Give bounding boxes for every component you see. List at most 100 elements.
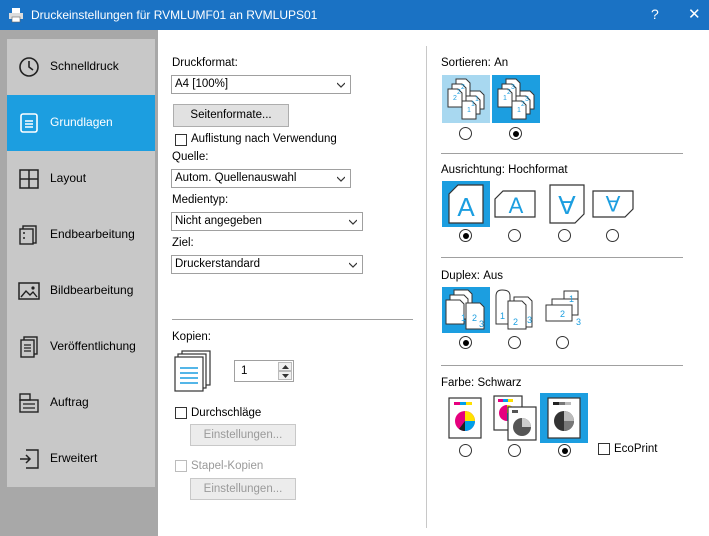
sidebar-item-label: Layout: [50, 171, 87, 185]
color-full-option[interactable]: [442, 393, 488, 443]
carbon-settings-button[interactable]: Einstellungen...: [190, 424, 296, 446]
chevron-down-icon: [337, 82, 345, 88]
svg-text:2: 2: [453, 95, 457, 102]
duplex-off-option[interactable]: 123: [442, 287, 490, 333]
source-select[interactable]: Autom. Quellenauswahl: [171, 169, 351, 188]
portrait-rotated-icon: A: [549, 184, 585, 224]
orientation-landscape-rotated-radio[interactable]: [606, 229, 619, 242]
list-after-use-checkbox[interactable]: [175, 134, 187, 146]
sidebar-item-endbearbeitung[interactable]: Endbearbeitung: [7, 207, 155, 263]
duplex-short-edge-radio[interactable]: [556, 336, 569, 349]
svg-text:3: 3: [511, 84, 515, 91]
sidebar-item-schnelldruck[interactable]: Schnelldruck: [7, 39, 155, 95]
svg-text:A: A: [558, 190, 576, 220]
sidebar-item-label: Endbearbeitung: [50, 227, 135, 241]
orientation-portrait-option[interactable]: A: [442, 181, 490, 227]
sort-value: An: [494, 57, 509, 69]
svg-text:3: 3: [479, 319, 484, 329]
sidebar-item-label: Schnelldruck: [50, 59, 119, 73]
document-icon: [20, 113, 38, 133]
help-button[interactable]: ?: [651, 6, 659, 22]
duplex-long-edge-option[interactable]: 123: [492, 287, 540, 333]
color-label: Farbe: Schwarz: [441, 377, 522, 389]
clock-icon: [19, 57, 39, 77]
stack-settings-button[interactable]: Einstellungen...: [190, 478, 296, 500]
auto-color-icon: [493, 395, 537, 441]
svg-text:A: A: [457, 192, 475, 222]
sidebar-item-erweitert[interactable]: Erweitert: [7, 431, 155, 487]
duplex-long-edge-radio[interactable]: [508, 336, 521, 349]
target-select[interactable]: Druckerstandard: [171, 255, 363, 274]
color-auto-option[interactable]: [492, 393, 538, 443]
svg-text:1: 1: [467, 107, 471, 114]
duplex-label: Duplex: Aus: [441, 270, 504, 282]
layout-grid-icon: [19, 169, 39, 189]
orientation-landscape-option[interactable]: A: [492, 181, 538, 227]
duplex-short-edge-option[interactable]: 12 3: [542, 287, 590, 333]
svg-text:3: 3: [525, 96, 529, 103]
sort-off-option[interactable]: 222 111: [442, 75, 490, 123]
sidebar-item-label: Auftrag: [50, 395, 89, 409]
media-type-select[interactable]: Nicht angegeben: [171, 212, 363, 231]
sidebar-item-bildbearbeitung[interactable]: Bildbearbeitung: [7, 263, 155, 319]
page-formats-button[interactable]: Seitenformate...: [173, 104, 289, 127]
paper-format-select[interactable]: A4 [100%]: [171, 75, 351, 94]
copies-down-button[interactable]: [278, 371, 292, 380]
orientation-portrait-radio[interactable]: [459, 229, 472, 242]
svg-text:2: 2: [461, 84, 465, 91]
svg-text:1: 1: [503, 95, 507, 102]
color-black-radio[interactable]: [558, 444, 571, 457]
carbon-copies-checkbox[interactable]: [175, 407, 187, 419]
paper-format-label: Druckformat:: [172, 57, 238, 69]
duplex-value: Aus: [483, 270, 504, 282]
color-full-radio[interactable]: [459, 444, 472, 457]
finishing-icon: [19, 225, 37, 245]
orientation-landscape-rotated-option[interactable]: A: [590, 181, 636, 227]
section-divider: [441, 257, 683, 258]
svg-text:A: A: [605, 191, 620, 216]
stack-copies-checkbox[interactable]: [175, 460, 187, 472]
copies-up-button[interactable]: [278, 362, 292, 371]
duplex-off-radio[interactable]: [459, 336, 472, 349]
main-panel: Druckformat: A4 [100%] Seitenformate... …: [158, 30, 709, 536]
landscape-rotated-icon: A: [592, 190, 634, 218]
color-auto-radio[interactable]: [508, 444, 521, 457]
arrow-down-icon: [282, 374, 289, 378]
ecoprint-checkbox[interactable]: [598, 443, 610, 455]
sidebar-item-label: Bildbearbeitung: [50, 283, 134, 297]
copies-icon: [174, 350, 211, 392]
publishing-icon: [20, 336, 38, 358]
orientation-portrait-rotated-option[interactable]: A: [544, 181, 590, 227]
sort-off-radio[interactable]: [459, 127, 472, 140]
svg-text:3: 3: [576, 317, 581, 327]
arrow-up-icon: [282, 365, 289, 369]
duplex-short-edge-icon: 12 3: [545, 290, 581, 327]
sidebar-item-veroeffentlichung[interactable]: Veröffentlichung: [7, 319, 155, 375]
sort-off-icon: 222 111: [447, 78, 485, 120]
svg-text:1: 1: [461, 313, 466, 323]
title-bar: Druckeinstellungen für RVMLUMF01 an RVML…: [0, 0, 709, 30]
printer-icon: [9, 8, 23, 23]
sort-on-option[interactable]: 321321: [492, 75, 540, 123]
orientation-value: Hochformat: [508, 164, 568, 176]
orientation-portrait-rotated-radio[interactable]: [558, 229, 571, 242]
orientation-landscape-radio[interactable]: [508, 229, 521, 242]
sidebar-item-grundlagen[interactable]: Grundlagen: [7, 95, 155, 151]
copies-stepper[interactable]: 1: [234, 360, 294, 382]
job-icon: [19, 393, 39, 413]
svg-text:2: 2: [457, 89, 461, 96]
sidebar-item-layout[interactable]: Layout: [7, 151, 155, 207]
media-type-label: Medientyp:: [172, 194, 229, 206]
color-black-option[interactable]: [540, 393, 588, 443]
sort-label: Sortieren: An: [441, 57, 509, 69]
stack-copies-label: Stapel-Kopien: [191, 460, 264, 472]
svg-text:2: 2: [560, 309, 565, 319]
list-after-use-label: Auflistung nach Verwendung: [191, 133, 337, 145]
sidebar: Schnelldruck Grundlagen Layout Endbearbe…: [0, 30, 158, 536]
sort-on-radio[interactable]: [509, 127, 522, 140]
close-button[interactable]: ✕: [688, 5, 701, 23]
black-white-icon: [547, 397, 581, 439]
duplex-off-icon: 1 23: [445, 289, 485, 330]
sidebar-item-auftrag[interactable]: Auftrag: [7, 375, 155, 431]
window-title: Druckeinstellungen für RVMLUMF01 an RVML…: [31, 8, 318, 22]
